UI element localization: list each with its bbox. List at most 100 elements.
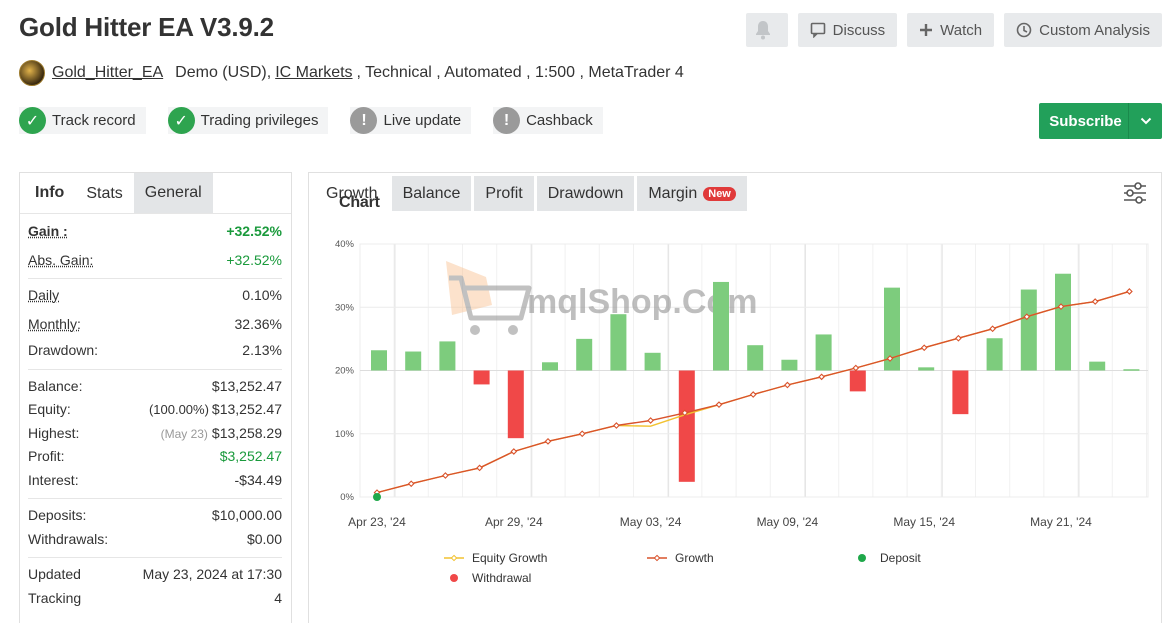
stats-list: Gain : +32.52% Abs. Gain: +32.52% Daily 0.1… xyxy=(20,214,291,610)
daily-bar xyxy=(542,362,558,371)
watch-button[interactable]: Watch xyxy=(907,13,995,47)
stat-withdrawals: Withdrawals: $0.00 xyxy=(28,530,282,547)
plus-icon xyxy=(920,24,933,36)
divider xyxy=(28,557,282,558)
legend-label: Deposit xyxy=(880,551,921,565)
stats-tabs: Info Stats General xyxy=(20,173,291,214)
check-icon: ✓ xyxy=(167,107,195,134)
equity-percent: (100.00%) xyxy=(148,402,209,417)
tab-info[interactable]: Info xyxy=(20,173,75,213)
tab-drawdown[interactable]: Drawdown xyxy=(536,176,635,211)
daily-bar xyxy=(815,334,832,371)
chart-settings-icon[interactable] xyxy=(1123,182,1147,209)
daily-bar xyxy=(1089,361,1106,371)
stat-abs-gain: Abs. Gain: +32.52% xyxy=(28,251,282,268)
chart-legend: Equity Growth Growth Deposit Withdrawal xyxy=(444,551,921,585)
legend-label: Equity Growth xyxy=(472,551,547,565)
divider xyxy=(28,498,282,499)
daily-bar xyxy=(1123,369,1140,371)
daily-bar xyxy=(713,281,729,371)
stat-profit: Profit: $3,252.47 xyxy=(28,448,282,464)
custom-analysis-button[interactable]: Custom Analysis xyxy=(1004,13,1162,47)
subscribe-label: Subscribe xyxy=(1049,112,1122,130)
daily-bar xyxy=(405,351,422,371)
y-tick-label: 0% xyxy=(340,492,354,503)
chart-panel: Chart Growth Balance Profit Drawdown Mar… xyxy=(308,172,1162,623)
stat-updated: Updated May 23, 2024 at 17:30 xyxy=(28,566,282,582)
chart-tabs: Chart Growth Balance Profit Drawdown Mar… xyxy=(309,173,1161,214)
tab-balance[interactable]: Balance xyxy=(391,176,472,211)
divider xyxy=(28,278,282,279)
daily-bar xyxy=(610,314,627,371)
chevron-down-icon[interactable] xyxy=(1128,103,1162,139)
discuss-button[interactable]: Discuss xyxy=(797,13,898,47)
daily-bar xyxy=(747,345,764,371)
account-details: , Technical , Automated , 1:500 , MetaTr… xyxy=(356,64,684,81)
daily-bar xyxy=(952,370,969,415)
daily-bar xyxy=(986,338,1003,371)
page-title: Gold Hitter EA V3.9.2 xyxy=(19,12,274,42)
tab-margin-label: Margin xyxy=(648,184,698,202)
growth-chart: mqlShop.Com 0%10%20%30%40%Apr 23, '24 Apr… xyxy=(335,239,1149,585)
badge-track-record: ✓ Track record xyxy=(19,107,146,134)
top-actions: Discuss Watch Custom Analysis xyxy=(745,13,1162,47)
tab-margin[interactable]: Margin New xyxy=(637,176,747,211)
stat-highest: Highest: (May 23) $13,258.29 xyxy=(28,424,282,441)
badge-live-update: ! Live update xyxy=(350,107,472,134)
daily-bar xyxy=(1020,289,1037,371)
clock-icon xyxy=(1016,22,1032,38)
exclamation-icon: ! xyxy=(493,107,521,134)
divider xyxy=(28,368,282,370)
x-tick-label: May 21, '24 xyxy=(1030,515,1092,529)
badge-label: Trading privileges xyxy=(200,112,319,129)
badge-label: Track record xyxy=(52,112,136,129)
author-link[interactable]: Gold_Hitter_EA xyxy=(52,64,163,82)
legend-swatch xyxy=(450,574,458,582)
x-tick-label: Apr 29, '24 xyxy=(485,515,543,529)
stat-monthly: Monthly: 32.36% xyxy=(28,315,282,332)
deposit-point xyxy=(373,493,381,501)
daily-bar xyxy=(507,370,524,439)
stat-gain: Gain : +32.52% xyxy=(28,223,282,239)
bell-icon xyxy=(756,21,771,40)
x-tick-label: May 09, '24 xyxy=(757,515,819,529)
stats-panel: Info Stats General Gain : +32.52% Abs. Ga… xyxy=(19,172,292,623)
notification-button[interactable] xyxy=(745,13,788,47)
badge-label: Live update xyxy=(383,112,462,129)
check-icon: ✓ xyxy=(19,107,46,134)
account-info: Gold_Hitter_EA Demo (USD), IC Markets , … xyxy=(19,60,684,86)
stat-equity: Equity: (100.00%) $13,252.47 xyxy=(28,401,282,417)
y-tick-label: 10% xyxy=(335,429,355,440)
badge-cashback: ! Cashback xyxy=(493,107,603,134)
subscribe-button[interactable]: Subscribe xyxy=(1039,103,1162,139)
watch-label: Watch xyxy=(940,21,983,39)
legend-swatch-marker xyxy=(653,554,661,562)
custom-analysis-label: Custom Analysis xyxy=(1039,21,1150,39)
y-tick-label: 40% xyxy=(335,239,355,250)
discuss-label: Discuss xyxy=(832,21,886,39)
avatar xyxy=(19,60,45,86)
legend-swatch-marker xyxy=(450,554,458,562)
daily-bar xyxy=(371,350,387,371)
legend-label: Withdrawal xyxy=(472,571,531,585)
daily-bar xyxy=(781,359,798,371)
stat-drawdown: Drawdown: 2.13% xyxy=(28,342,282,358)
tab-general[interactable]: General xyxy=(133,173,213,213)
daily-bar xyxy=(918,367,935,371)
tab-profit[interactable]: Profit xyxy=(474,176,534,211)
broker-link[interactable]: IC Markets xyxy=(275,64,352,82)
daily-bar xyxy=(576,338,593,371)
new-badge: New xyxy=(703,186,736,201)
y-tick-label: 30% xyxy=(335,302,355,313)
tab-stats[interactable]: Stats xyxy=(75,173,134,213)
legend-swatch xyxy=(858,554,866,562)
x-tick-label: May 03, '24 xyxy=(620,515,682,529)
daily-bar xyxy=(849,370,866,392)
stat-balance: Balance: $13,252.47 xyxy=(28,377,282,394)
x-tick-label: May 15, '24 xyxy=(893,515,955,529)
daily-bar xyxy=(644,352,661,371)
badge-trading-privileges: ✓ Trading privileges xyxy=(167,107,329,134)
daily-bar xyxy=(473,370,490,385)
stat-interest: Interest: -$34.49 xyxy=(28,471,282,488)
highest-date: (May 23) xyxy=(160,426,208,441)
